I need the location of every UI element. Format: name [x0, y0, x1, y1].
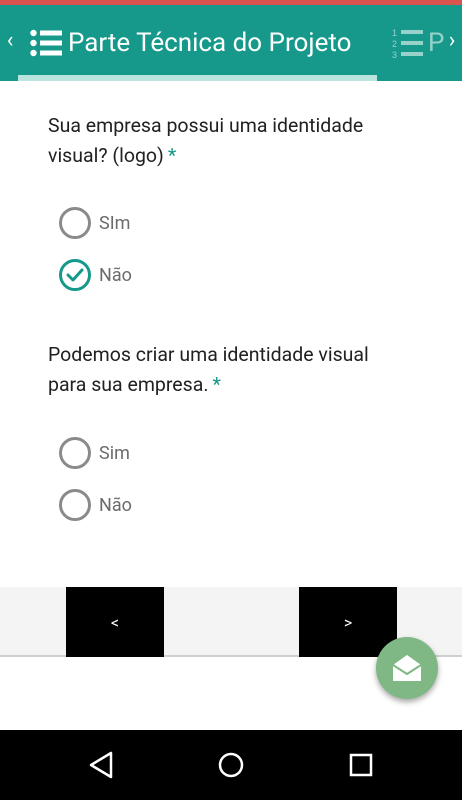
tab-next[interactable]: 1 2 3 P — [392, 23, 444, 63]
option-label: Não — [99, 494, 132, 516]
required-marker: * — [212, 373, 221, 396]
tab-scroll-right-button[interactable]: › — [444, 25, 460, 57]
tab-parte-tecnica[interactable]: Parte Técnica do Projeto — [30, 23, 351, 63]
q2-option-nao[interactable]: Não — [59, 488, 132, 522]
q1-option-sim[interactable]: SIm — [59, 206, 130, 240]
tab-bar: ‹ Parte Técnica do Projeto 1 2 3 P › — [0, 5, 462, 81]
svg-text:1: 1 — [392, 28, 397, 38]
radio-checked[interactable] — [59, 259, 91, 291]
question-2: Podemos criar uma identidade visual para… — [48, 340, 408, 400]
back-triangle-icon[interactable] — [87, 750, 117, 780]
active-tab-indicator — [18, 75, 377, 81]
check-icon — [66, 268, 84, 282]
radio-unchecked[interactable] — [59, 437, 91, 469]
option-label: Sim — [99, 442, 130, 464]
question-2-text: Podemos criar uma identidade visual para… — [48, 343, 369, 396]
question-1: Sua empresa possui uma identidade visual… — [48, 111, 408, 171]
next-page-button[interactable]: > — [299, 587, 397, 657]
svg-text:2: 2 — [392, 39, 397, 49]
q1-option-nao[interactable]: Não — [59, 258, 132, 292]
tab-scroll-left-button[interactable]: ‹ — [2, 25, 18, 57]
svg-text:3: 3 — [392, 50, 397, 59]
tab-label: Parte Técnica do Projeto — [68, 28, 352, 58]
radio-unchecked[interactable] — [59, 489, 91, 521]
envelope-open-icon — [392, 655, 422, 681]
home-circle-icon[interactable] — [216, 750, 246, 780]
recent-square-icon[interactable] — [346, 750, 376, 780]
previous-page-button[interactable]: < — [66, 587, 164, 657]
q2-option-sim[interactable]: Sim — [59, 436, 130, 470]
radio-unchecked[interactable] — [59, 207, 91, 239]
question-1-text: Sua empresa possui uma identidade visual… — [48, 114, 364, 167]
option-label: SIm — [99, 212, 131, 234]
list-icon — [30, 29, 62, 57]
numbered-list-icon: 1 2 3 — [392, 28, 423, 59]
option-label: Não — [99, 264, 132, 286]
tab-next-label: P — [428, 28, 445, 58]
system-navigation-bar — [0, 730, 462, 800]
send-fab-button[interactable] — [376, 637, 438, 699]
required-marker: * — [167, 144, 177, 167]
